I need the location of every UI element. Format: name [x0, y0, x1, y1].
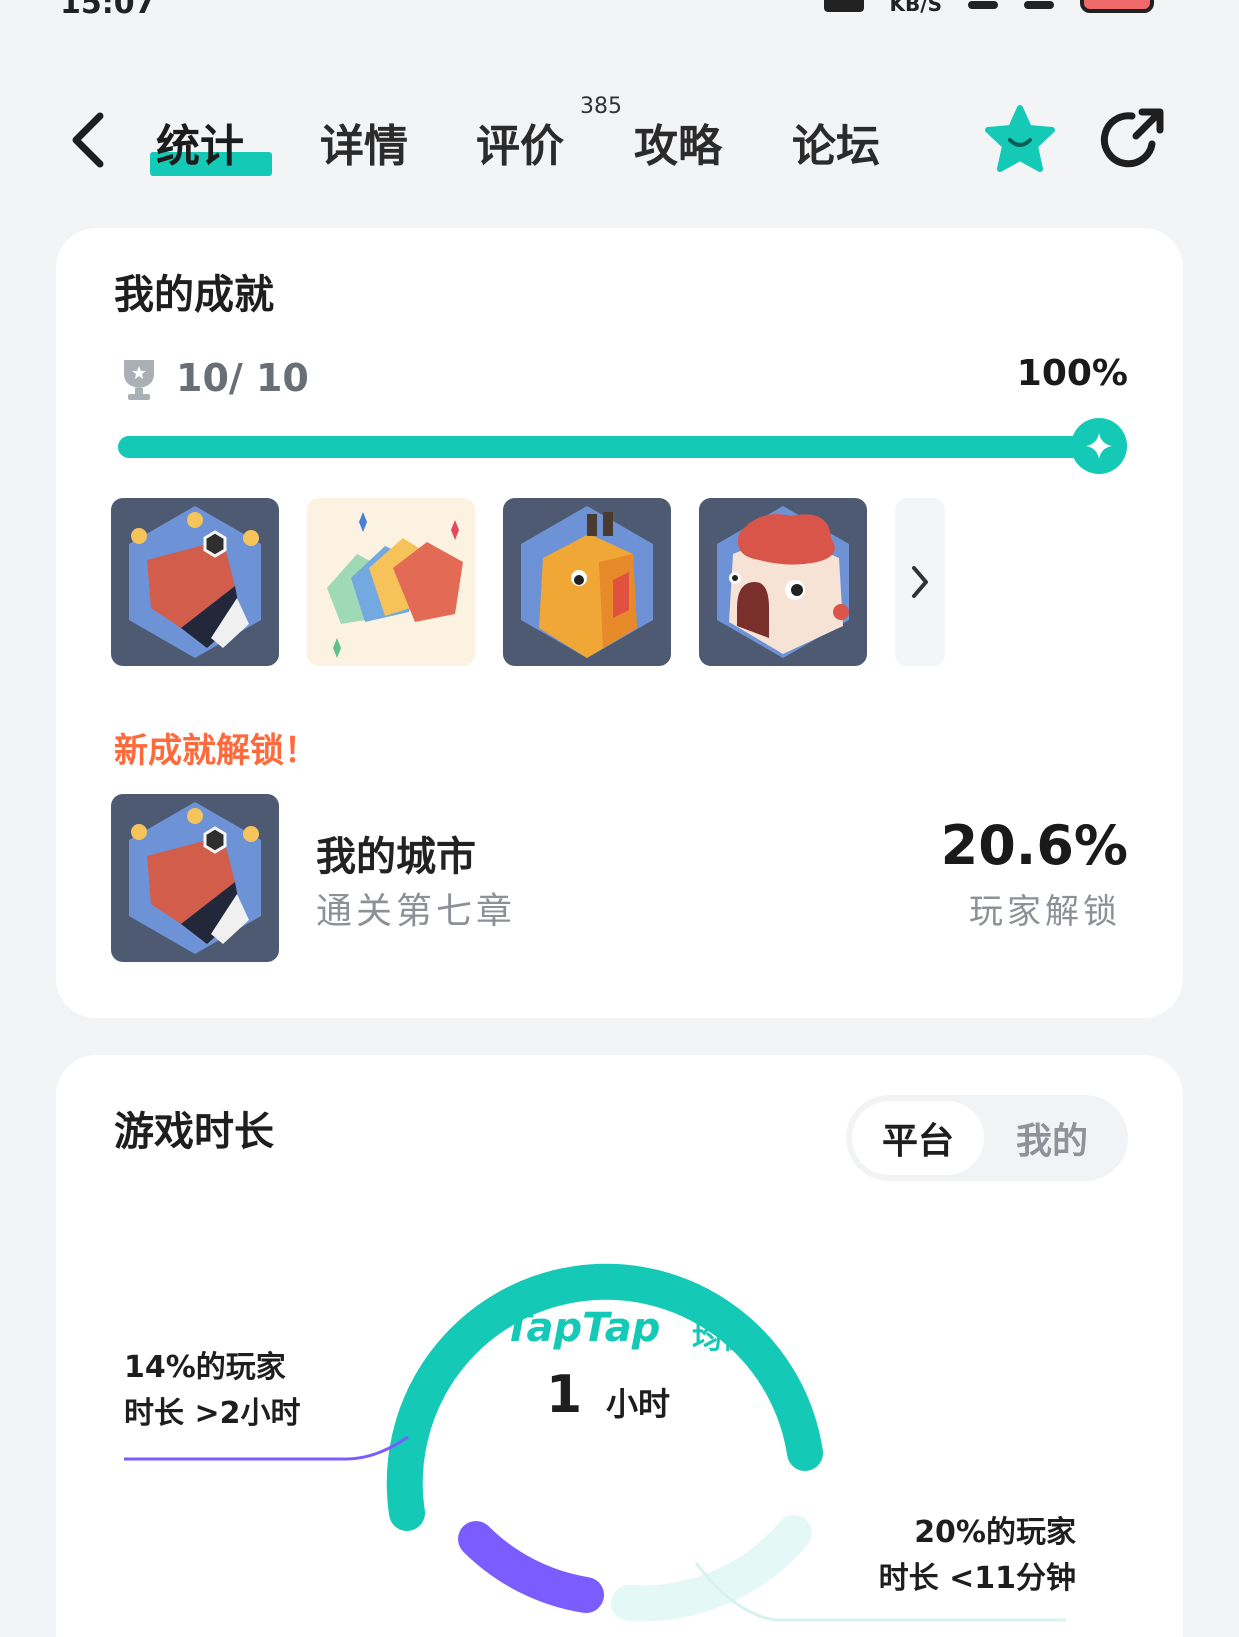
nfc-icon [823, 0, 864, 12]
new-achievement-desc: 通关第七章 [316, 891, 517, 932]
left-note-line2: 时长 >2小时 [124, 1396, 301, 1431]
achievement-badges [111, 498, 945, 666]
top-nav: 统计 详情 评价 385 攻略 论坛 [0, 90, 1239, 200]
toggle-mine[interactable]: 我的 [986, 1101, 1118, 1175]
chevron-left-icon [72, 112, 104, 168]
tab-details[interactable]: 详情 [320, 110, 408, 174]
achievement-badge[interactable] [699, 498, 867, 666]
left-note-line1: 14%的玩家 [124, 1350, 286, 1385]
favorite-button[interactable] [982, 102, 1058, 178]
new-achievement-badge[interactable] [111, 794, 279, 962]
battery-icon [1080, 0, 1154, 13]
badge-tower-icon [111, 794, 279, 962]
achievement-badge[interactable] [111, 498, 279, 666]
avg-label: 均值 [692, 1321, 752, 1356]
new-achievement-percent: 20.6% [940, 814, 1128, 877]
right-note-line2: 时长 <11分钟 [878, 1561, 1076, 1596]
share-icon [1100, 108, 1164, 168]
taptap-brand: TapTap [504, 1305, 661, 1351]
right-note-line1: 20%的玩家 [914, 1515, 1076, 1550]
toggle-platform[interactable]: 平台 [852, 1101, 984, 1175]
more-badges-button[interactable] [895, 498, 945, 666]
signal-icon [968, 1, 998, 9]
new-achievement-name: 我的城市 [316, 834, 476, 880]
tab-guides[interactable]: 攻略 [634, 110, 722, 174]
badge-giraffe-icon [503, 498, 671, 666]
star-icon [985, 105, 1055, 172]
achievement-progress-fill [118, 436, 1124, 458]
badge-house-icon [699, 498, 867, 666]
playtime-title: 游戏时长 [114, 1109, 274, 1155]
ring-long-arc [458, 1521, 604, 1613]
avg-unit: 小时 [606, 1385, 671, 1423]
sparkle-icon [1086, 433, 1112, 459]
achievement-count: 10/ 10 [176, 356, 309, 400]
status-time: 15:07 [60, 0, 156, 21]
achievements-title: 我的成就 [114, 272, 274, 318]
left-leader-line [124, 1435, 409, 1461]
reviews-count: 385 [580, 94, 622, 119]
tab-stats[interactable]: 统计 [156, 110, 244, 174]
achievements-card: 我的成就 10/ 10 100% 新成就解锁！ 我的城市 通关第七章 20.6%… [56, 228, 1183, 1018]
right-note: 20%的玩家 时长 <11分钟 [876, 1510, 1076, 1602]
share-button[interactable] [1096, 104, 1168, 176]
trophy-icon [124, 360, 154, 400]
progress-knob [1071, 418, 1127, 474]
achievement-badge[interactable] [307, 498, 475, 666]
achievement-percent: 100% [1016, 353, 1128, 394]
ring-short-arc [611, 1515, 812, 1622]
achievement-badge[interactable] [503, 498, 671, 666]
net-speed: KB/S [889, 0, 942, 16]
tab-reviews[interactable]: 评价 [476, 110, 564, 174]
badge-tower-icon [111, 498, 279, 666]
status-bar: 15:07 KB/S [0, 0, 1239, 40]
new-achievement-percent-label: 玩家解锁 [969, 892, 1121, 932]
left-note: 14%的玩家 时长 >2小时 [124, 1345, 300, 1437]
back-button[interactable] [66, 108, 110, 172]
tab-forum[interactable]: 论坛 [792, 110, 880, 174]
badge-blocks-icon [307, 498, 475, 666]
achievement-progress-bar [118, 436, 1124, 458]
chevron-right-icon [912, 566, 928, 598]
avg-value: 1 [546, 1365, 583, 1425]
status-icons: KB/S [823, 0, 1154, 16]
new-unlock-label: 新成就解锁！ [114, 731, 318, 771]
playtime-card: 游戏时长 平台 我的 TapTap 均值 1 小时 14%的玩家 时长 >2小时… [56, 1055, 1183, 1637]
playtime-toggle: 平台 我的 [846, 1095, 1128, 1181]
signal-icon [1024, 1, 1054, 9]
